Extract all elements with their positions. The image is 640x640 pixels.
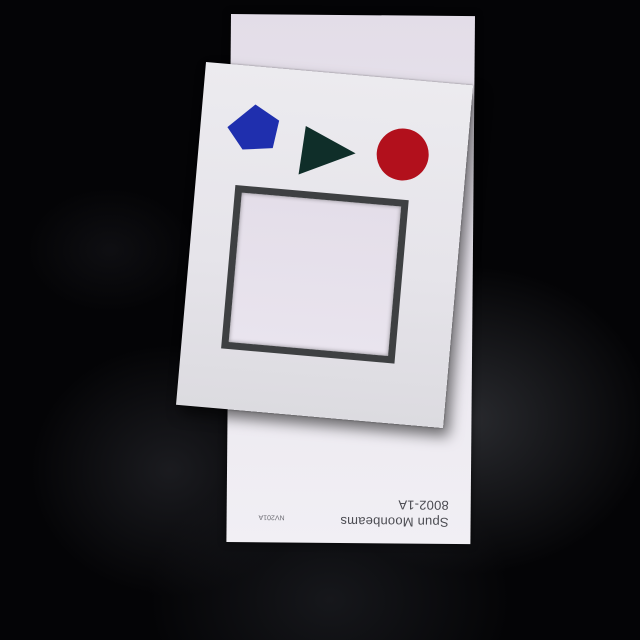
swatch-color-code: 8002-1A <box>398 497 449 513</box>
swatch-small-code: NV201A <box>258 513 285 521</box>
square-cutout-window <box>221 185 409 364</box>
circle-icon <box>376 128 429 181</box>
swatch-color-name: Spun Moonbeams <box>340 513 449 530</box>
photo-scene: Spun Moonbeams 8002-1A NV201A <box>0 0 640 640</box>
cutout-frame-card <box>176 62 473 429</box>
triangle-icon <box>298 125 356 175</box>
pentagon-icon <box>227 104 280 150</box>
